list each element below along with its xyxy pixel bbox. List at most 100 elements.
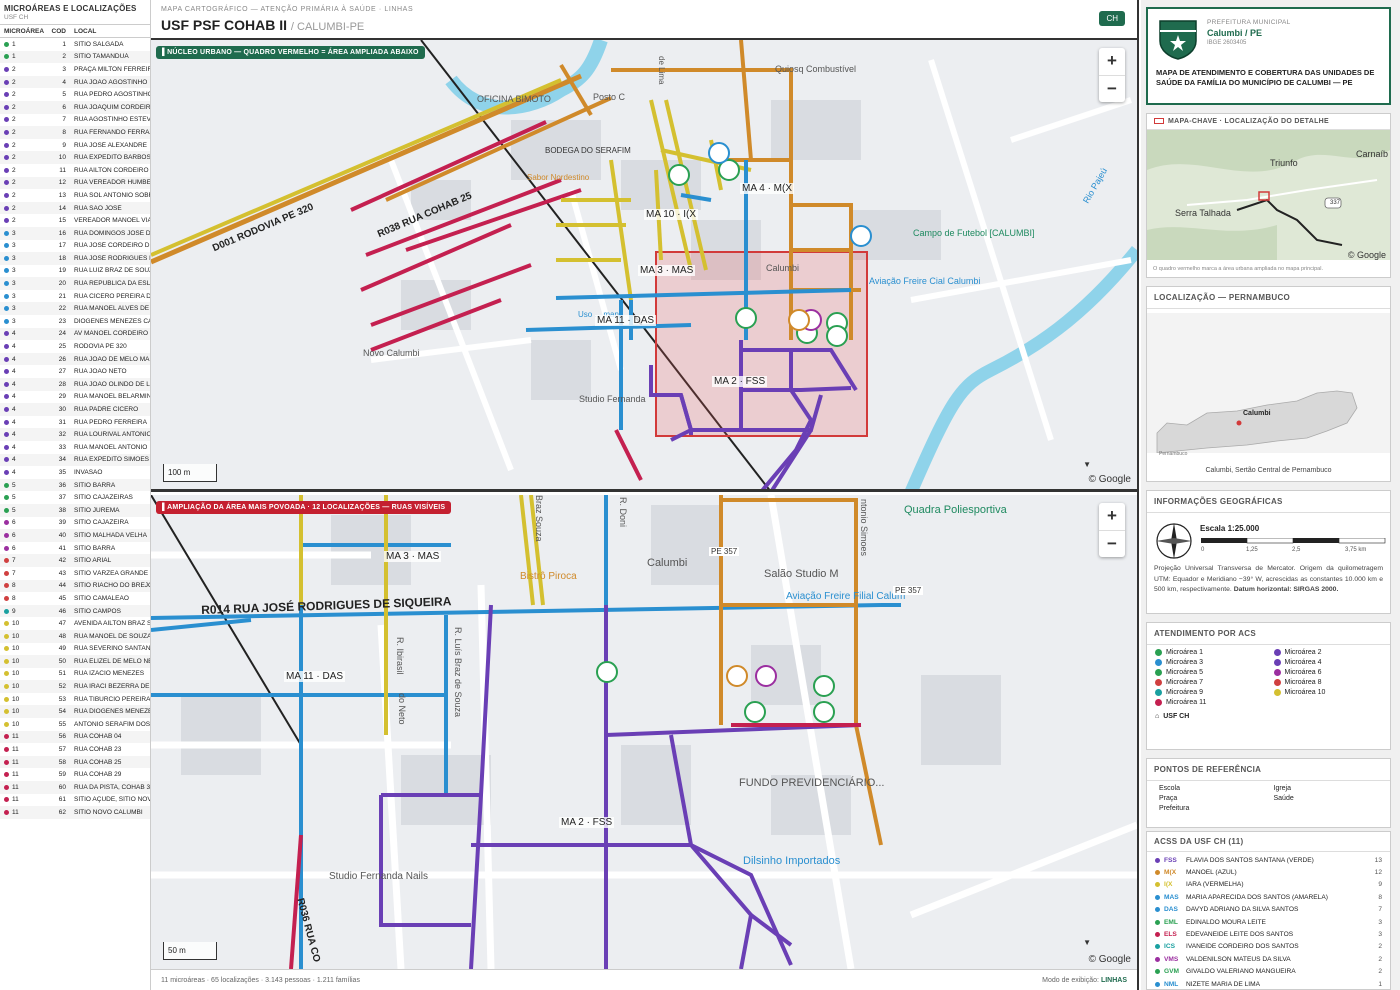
list-item[interactable]: 10 48 RUA MANOEL DE SOUZA xyxy=(0,629,150,643)
list-item[interactable]: 2 3 PRAÇA MILTON FERREIRA xyxy=(0,63,150,76)
list-item[interactable]: 5 36 SÍTIO BARRA xyxy=(0,478,150,492)
acs-row[interactable]: EML EDINALDO MOURA LEITE 3 xyxy=(1147,916,1390,928)
list-item[interactable]: 8 45 SÍTIO CAMALEÃO xyxy=(0,592,150,605)
list-item[interactable]: 5 38 SÍTIO JUREMA xyxy=(0,503,150,517)
list-item[interactable]: 10 51 RUA IZACIO MENEZES xyxy=(0,668,150,681)
acs-row[interactable]: MAS MARIA APARECIDA DOS SANTOS (AMARELA) 8 xyxy=(1147,891,1390,903)
list-item[interactable]: 4 27 RUA JOÃO NETO xyxy=(0,365,150,378)
list-item[interactable]: 1 2 SÍTIO TAMANDUÁ xyxy=(0,50,150,64)
acs-row[interactable]: ELS EDEVANEIDE LEITE DOS SANTOS 3 xyxy=(1147,928,1390,940)
list-item[interactable]: 2 5 RUA PEDRO AGOSTINHO xyxy=(0,88,150,101)
legend-item[interactable]: Microárea 6 xyxy=(1273,669,1383,676)
microarea-dot-icon xyxy=(4,54,9,60)
acs-row[interactable]: NML NIZETE MARIA DE LIMA 1 xyxy=(1147,978,1390,990)
list-item[interactable]: 10 50 RUA ELIZEL DE MELO NETO xyxy=(0,655,150,668)
list-item[interactable]: 4 35 INVASÃO xyxy=(0,466,150,479)
geo-t0: 0 xyxy=(1201,547,1205,553)
acs-row[interactable]: GVM GIVALDO VALERIANO MANGUEIRA 2 xyxy=(1147,966,1390,978)
list-item[interactable]: 2 7 RUA AGOSTINHO ESTEVÃO xyxy=(0,114,150,127)
legend-item[interactable]: Microárea 8 xyxy=(1273,679,1383,686)
list-item[interactable]: 11 61 SÍTIO AÇUDE, SÍTIO NOVO xyxy=(0,794,150,807)
list-item[interactable]: 11 57 RUA COHAB 23 xyxy=(0,743,150,756)
acs-row[interactable]: VMS VALDENILSON MATEUS DA SILVA 2 xyxy=(1147,953,1390,965)
list-item[interactable]: 7 43 SÍTIO VÁRZEA GRANDE xyxy=(0,567,150,580)
list-item[interactable]: 6 41 SÍTIO BARRA xyxy=(0,542,150,555)
list-item[interactable]: 2 15 VEREADOR MANOEL VIANA xyxy=(0,214,150,227)
list-item[interactable]: 3 22 RUA MANOEL ALVES DE xyxy=(0,302,150,316)
list-item[interactable]: 2 12 RUA VEREADOR HUMBERTO xyxy=(0,176,150,190)
usf-badge[interactable]: CH xyxy=(1099,11,1125,26)
list-item[interactable]: 4 32 RUA LOURIVAL ANTONIO xyxy=(0,428,150,441)
list-item[interactable]: 4 33 RUA MANOEL ANTONIO xyxy=(0,441,150,454)
zoom-out-button-2[interactable]: − xyxy=(1099,531,1125,558)
list-item[interactable]: 4 31 RUA PEDRO FERREIRA xyxy=(0,416,150,429)
list-item[interactable]: 10 47 AVENIDA AILTON BRAZ S xyxy=(0,617,150,630)
list-item[interactable]: 3 18 RUA JOSÉ RODRIGUES DE xyxy=(0,252,150,265)
expand-triangle-icon-2[interactable]: ▼ xyxy=(1083,938,1091,947)
legend-item[interactable]: Microárea 7 xyxy=(1155,679,1264,686)
list-item[interactable]: 4 24 AV MANOEL CORDEIRO xyxy=(0,327,150,341)
legend-item[interactable]: Microárea 11 xyxy=(1155,699,1264,706)
list-item[interactable]: 2 6 RUA JOAQUIM CORDEIRO xyxy=(0,100,150,114)
list-item[interactable]: 3 16 RUA DOMINGOS JOSÉ DA xyxy=(0,226,150,240)
expand-triangle-icon[interactable]: ▼ xyxy=(1083,460,1091,469)
list-item[interactable]: 6 39 SÍTIO CAJAZEIRA xyxy=(0,517,150,530)
list-item[interactable]: 3 21 RUA CÍCERO PEREIRA DA xyxy=(0,290,150,303)
zoom-in-button[interactable]: + xyxy=(1099,48,1125,76)
acs-row[interactable]: ICS IVANEIDE CORDEIRO DOS SANTOS 2 xyxy=(1147,941,1390,953)
legend-item[interactable]: Microárea 3 xyxy=(1155,659,1264,666)
list-item[interactable]: 6 40 SÍTIO MALHADA VELHA xyxy=(0,529,150,542)
acs-row[interactable]: M(X MANOEL (AZUL) 12 xyxy=(1147,866,1390,878)
list-item[interactable]: 3 23 DIOGENES MENEZES CAVAL xyxy=(0,315,150,328)
zoom-out-button[interactable]: − xyxy=(1099,76,1125,103)
list-item[interactable]: 4 26 RUA JOÃO DE MELO MAIA xyxy=(0,352,150,366)
list-item[interactable]: 10 53 RUA TIBÚRCIO PEREIRA xyxy=(0,693,150,706)
zoom-in-button-2[interactable]: + xyxy=(1099,503,1125,531)
cod-cell: 3 xyxy=(62,65,66,73)
acs-row[interactable]: I(X IARA (VERMELHA) 9 xyxy=(1147,879,1390,891)
legend-item[interactable]: Microárea 9 xyxy=(1155,689,1264,696)
list-item[interactable]: 2 13 RUA SOL ANTÔNIO SOBRAL xyxy=(0,189,150,202)
list-item[interactable]: 11 62 SÍTIO NOVO CALUMBI xyxy=(0,806,150,819)
detail-map[interactable]: ▌AMPLIAÇÃO DA ÁREA MAIS POVOADA · 12 LOC… xyxy=(151,495,1137,969)
acs-row[interactable]: FSS FLAVIA DOS SANTOS SANTANA (VERDE) 13 xyxy=(1147,854,1390,866)
list-item[interactable]: 3 20 RUA REPÚBLICA DA ESLOV xyxy=(0,277,150,290)
list-item[interactable]: 11 58 RUA COHAB 25 xyxy=(0,755,150,769)
list-item[interactable]: 2 14 RUA SÃO JOSÉ xyxy=(0,201,150,215)
legend-item[interactable]: Microárea 1 xyxy=(1155,649,1264,656)
legend-item[interactable]: Microárea 5 xyxy=(1155,669,1264,676)
list-item[interactable]: 2 11 RUA AILTON CORDEIRO xyxy=(0,164,150,177)
keymap-canvas[interactable] xyxy=(1147,130,1390,260)
acs-row[interactable]: DAS DAVYD ADRIANO DA SILVA SANTOS 7 xyxy=(1147,904,1390,916)
legend-label: Microárea 6 xyxy=(1284,669,1322,676)
legend-item[interactable]: Microárea 10 xyxy=(1273,689,1383,696)
red-frame-icon xyxy=(1154,118,1164,125)
list-item[interactable]: 2 8 RUA FERNANDO FERRAZ xyxy=(0,126,150,139)
overview-map[interactable]: ▌NÚCLEO URBANO — QUADRO VERMELHO = ÁREA … xyxy=(151,40,1137,492)
list-item[interactable]: 4 25 RODOVIA PE 320 xyxy=(0,340,150,353)
list-item[interactable]: 10 54 RUA DIOGENES MENEZES xyxy=(0,705,150,719)
display-mode-value[interactable]: LINHAS xyxy=(1101,977,1127,984)
list-item[interactable]: 7 42 SÍTIO ARIAL xyxy=(0,554,150,567)
list-item[interactable]: 11 56 RUA COHAB 04 xyxy=(0,730,150,744)
list-item[interactable]: 11 59 RUA COHAB 29 xyxy=(0,768,150,781)
list-item[interactable]: 4 34 RUA EXPEDITO SIMÕES xyxy=(0,453,150,467)
list-item[interactable]: 3 19 RUA LUIZ BRAZ DE SOUZA xyxy=(0,265,150,278)
list-item[interactable]: 8 44 SÍTIO RIACHO DO BREJO xyxy=(0,579,150,593)
list-item[interactable]: 4 28 RUA JOÃO OLINDO DE LIMA xyxy=(0,378,150,391)
list-item[interactable]: 4 30 RUA PADRE CÍCERO xyxy=(0,403,150,416)
list-item[interactable]: 5 37 SÍTIO CAJAZEIRAS xyxy=(0,491,150,504)
list-item[interactable]: 11 60 RUA DA PISTA, COHAB 3 xyxy=(0,781,150,794)
list-item[interactable]: 1 1 SÍTIO SALGADA xyxy=(0,38,150,51)
list-item[interactable]: 10 49 RUA SEVERINO SANTANA xyxy=(0,643,150,656)
list-item[interactable]: 4 29 RUA MANOEL BELARMINO xyxy=(0,391,150,404)
legend-item[interactable]: Microárea 2 xyxy=(1273,649,1383,656)
list-item[interactable]: 10 52 RUA IRACI BEZERRA DE xyxy=(0,680,150,693)
list-item[interactable]: 10 55 ANTONIO SERAFIM DOS xyxy=(0,718,150,731)
legend-item[interactable]: Microárea 4 xyxy=(1273,659,1383,666)
list-item[interactable]: 2 10 RUA EXPEDITO BARBOSA xyxy=(0,151,150,164)
list-item[interactable]: 9 46 SÍTIO CAMPOS xyxy=(0,604,150,618)
list-item[interactable]: 3 17 RUA JOSÉ CORDEIRO DE xyxy=(0,240,150,253)
list-item[interactable]: 2 9 RUA JOSÉ ALEXANDRE xyxy=(0,139,150,152)
list-item[interactable]: 2 4 RUA JOÃO AGOSTINHO xyxy=(0,75,150,89)
